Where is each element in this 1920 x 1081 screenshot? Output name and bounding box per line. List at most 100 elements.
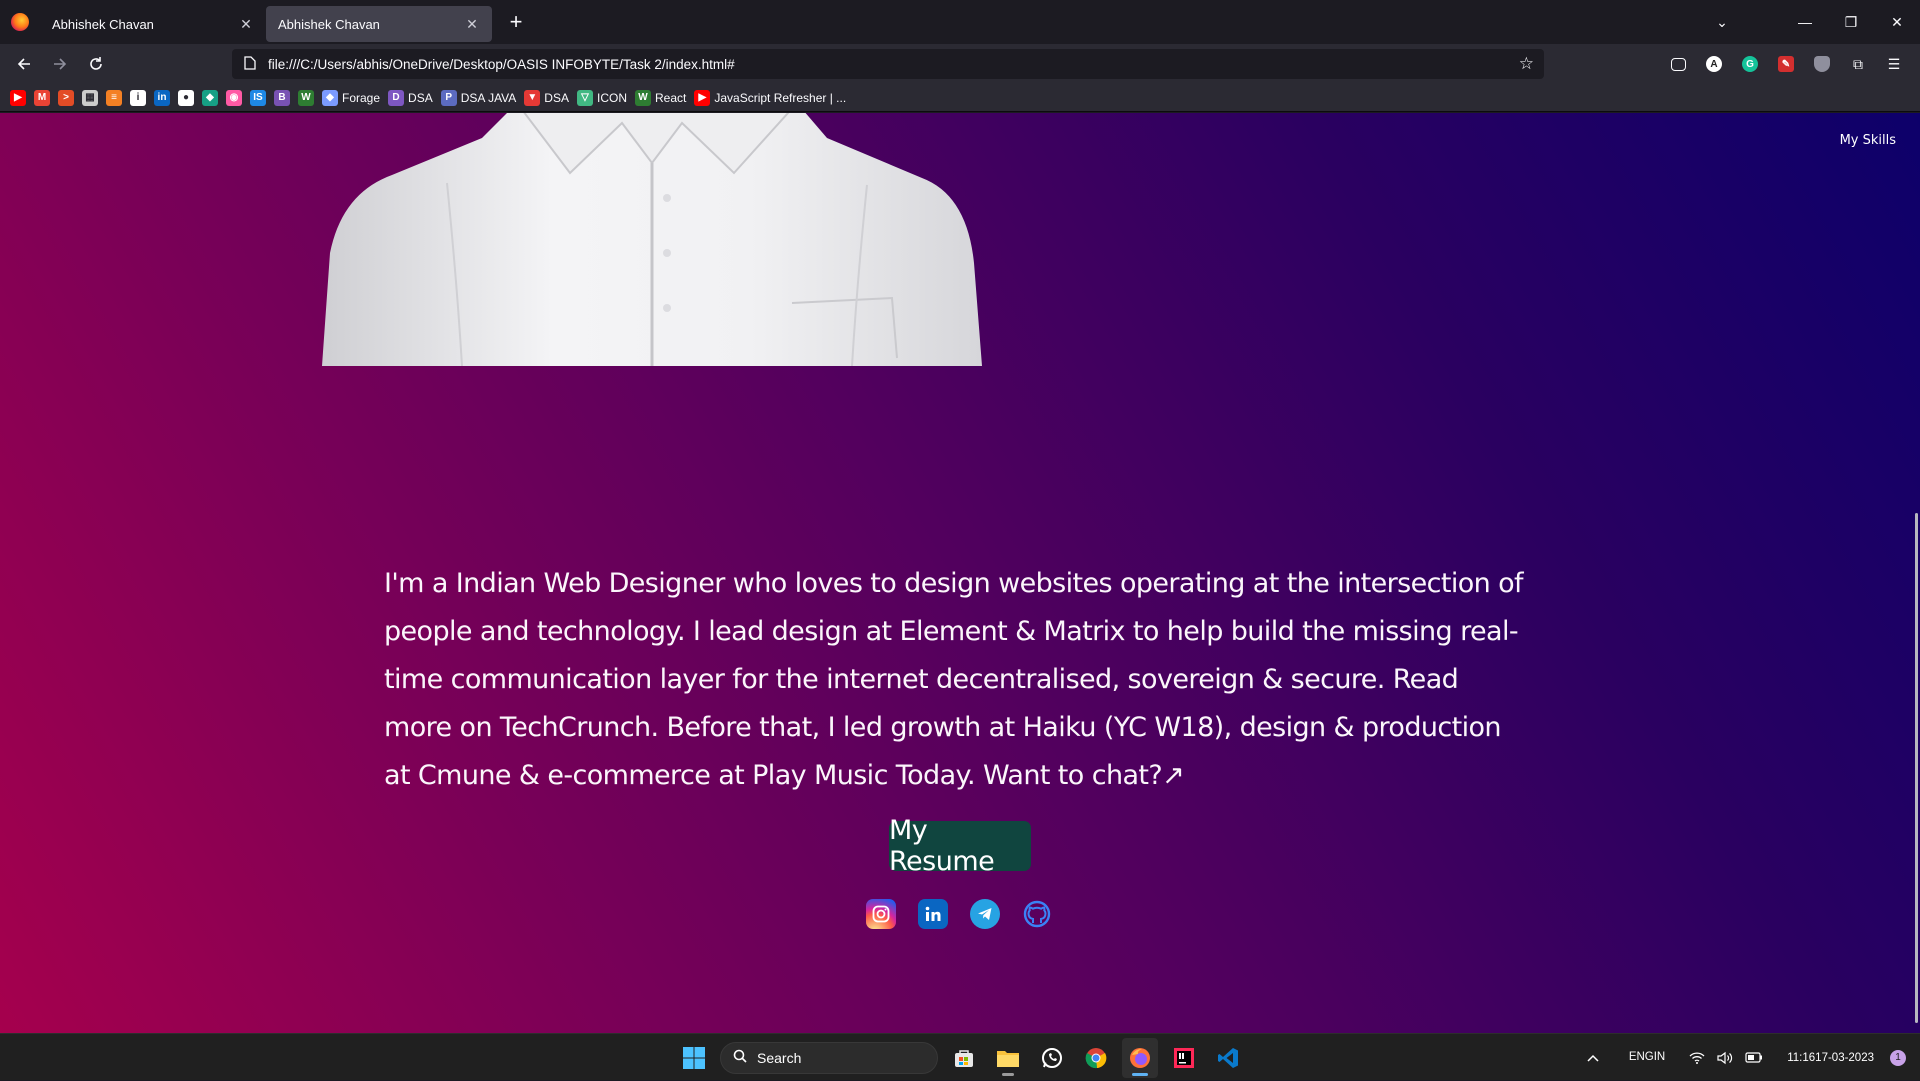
- bookmark-item[interactable]: IS: [250, 86, 266, 110]
- list-all-tabs-icon[interactable]: ⌄: [1702, 0, 1742, 44]
- diamond-icon: ◆: [202, 89, 218, 106]
- linkedin-icon: in: [154, 89, 170, 106]
- pdf-extension-icon[interactable]: ✎: [1768, 48, 1804, 80]
- close-tab-icon[interactable]: ✕: [238, 16, 254, 32]
- intellij-app[interactable]: [1166, 1038, 1202, 1078]
- youtube-icon: ▶: [694, 89, 711, 106]
- bookmark-item[interactable]: B: [274, 86, 290, 110]
- chrome-icon: [1085, 1047, 1107, 1068]
- bookmark-label: Forage: [342, 90, 381, 105]
- new-tab-button[interactable]: +: [498, 4, 534, 40]
- whatsapp-icon: [1042, 1047, 1062, 1068]
- wifi-icon[interactable]: [1689, 1051, 1705, 1064]
- bookmark-item[interactable]: ◉: [226, 86, 242, 110]
- bookmark-item[interactable]: D DSA: [388, 86, 433, 110]
- bookmark-item[interactable]: in: [154, 86, 170, 110]
- dsa-java-icon: P: [440, 89, 457, 106]
- tab-title: Abhishek Chavan: [52, 16, 154, 32]
- navigation-bar: file:///C:/Users/abhis/OneDrive/Desktop/…: [0, 44, 1920, 84]
- bookmark-item[interactable]: ◆: [202, 86, 218, 110]
- system-tray: ENG IN 11:16 17-03-2023 1: [1581, 1034, 1920, 1081]
- microsoft-store-app[interactable]: [946, 1038, 982, 1078]
- bookmark-star-icon[interactable]: ☆: [1519, 54, 1534, 74]
- reload-button[interactable]: [78, 48, 114, 80]
- instagram-icon[interactable]: [866, 899, 896, 929]
- my-resume-button[interactable]: My Resume: [889, 815, 1031, 877]
- windows-taskbar: Search ENG IN 11:16 17-03-2023 1: [0, 1033, 1920, 1080]
- dsa-icon: D: [388, 89, 405, 106]
- language-indicator[interactable]: ENG IN: [1629, 1050, 1665, 1065]
- volume-icon[interactable]: [1717, 1051, 1733, 1065]
- tab-strip: Abhishek Chavan ✕ Abhishek Chavan ✕ + ⌄ …: [0, 0, 1920, 44]
- back-button[interactable]: [6, 48, 42, 80]
- bookmarks-toolbar: ▶ M > ▦ ≡ i in ● ◆ ◉ IS B W ◆ Forage D DSA P DSA JAVA ▼ DSA ▽…: [0, 84, 1920, 112]
- windows-logo-icon: [683, 1046, 705, 1069]
- stack-icon: ≡: [106, 89, 122, 106]
- bookmark-item[interactable]: >: [58, 86, 74, 110]
- clock[interactable]: 11:16 17-03-2023: [1787, 1050, 1874, 1066]
- search-label: Search: [757, 1049, 802, 1066]
- bookmark-item[interactable]: ≡: [106, 86, 122, 110]
- bookmark-item[interactable]: ▼ DSA: [524, 86, 569, 110]
- bookmark-label: ICON: [596, 90, 627, 105]
- forward-button[interactable]: [42, 48, 78, 80]
- firefox-view-icon[interactable]: [0, 0, 40, 44]
- bio-paragraph: I'm a Indian Web Designer who loves to d…: [384, 568, 1524, 791]
- battery-icon[interactable]: [1745, 1052, 1763, 1063]
- bookmark-item[interactable]: ●: [178, 86, 194, 110]
- firefox-icon: [1130, 1047, 1150, 1068]
- info-icon: i: [130, 89, 146, 106]
- minimize-button[interactable]: —: [1782, 0, 1828, 44]
- social-links: [866, 899, 1052, 929]
- bookmark-label: DSA JAVA: [460, 90, 517, 105]
- telegram-icon[interactable]: [970, 899, 1000, 929]
- extensions-puzzle-icon[interactable]: ⧉: [1840, 48, 1876, 80]
- whatsapp-app[interactable]: [1034, 1038, 1070, 1078]
- vscode-app[interactable]: [1210, 1038, 1246, 1078]
- github-icon[interactable]: [1022, 899, 1052, 929]
- browser-window: Abhishek Chavan ✕ Abhishek Chavan ✕ + ⌄ …: [0, 0, 1920, 1080]
- nav-link-my-skills[interactable]: My Skills: [1840, 133, 1896, 148]
- eye-icon: ◉: [226, 89, 242, 106]
- chrome-app[interactable]: [1078, 1038, 1114, 1078]
- page-scrollbar[interactable]: [1915, 513, 1918, 1023]
- tab-1[interactable]: Abhishek Chavan ✕: [40, 6, 266, 42]
- firefox-app[interactable]: [1122, 1037, 1158, 1078]
- bookmark-item[interactable]: ▦: [82, 86, 98, 110]
- tab-2-active[interactable]: Abhishek Chavan ✕: [266, 6, 492, 42]
- address-bar[interactable]: file:///C:/Users/abhis/OneDrive/Desktop/…: [232, 49, 1544, 79]
- start-button[interactable]: [676, 1038, 712, 1078]
- file-explorer-app[interactable]: [990, 1038, 1026, 1078]
- bookmark-label: React: [654, 90, 687, 105]
- linkedin-icon[interactable]: [918, 899, 948, 929]
- bookmark-item[interactable]: W React: [634, 86, 687, 110]
- grammarly-icon[interactable]: G: [1732, 48, 1768, 80]
- bookmark-item[interactable]: P DSA JAVA: [440, 86, 517, 110]
- taskbar-search[interactable]: Search: [720, 1041, 938, 1074]
- url-text[interactable]: file:///C:/Users/abhis/OneDrive/Desktop/…: [268, 57, 1519, 72]
- bookmark-item[interactable]: ▶: [10, 86, 26, 110]
- bookmark-item[interactable]: W: [298, 86, 314, 110]
- bookmark-label: DSA: [408, 90, 433, 105]
- bookmark-item[interactable]: i: [130, 86, 146, 110]
- account-extension-icon[interactable]: A: [1696, 48, 1732, 80]
- vscode-icon: [1218, 1047, 1238, 1068]
- bookmark-label: JavaScript Refresher | ...: [714, 90, 847, 105]
- bookmark-item[interactable]: M: [34, 86, 50, 110]
- show-hidden-icons-chevron-icon[interactable]: [1587, 1054, 1599, 1062]
- notification-badge[interactable]: 1: [1890, 1049, 1906, 1066]
- bookmark-item[interactable]: ▶ JavaScript Refresher | ...: [694, 86, 846, 110]
- shield-extension-icon[interactable]: [1804, 48, 1840, 80]
- clock-time: 11:16: [1787, 1051, 1816, 1064]
- menu-hamburger-icon[interactable]: ☰: [1876, 48, 1912, 80]
- close-tab-icon[interactable]: ✕: [464, 16, 480, 32]
- restore-button[interactable]: ❐: [1828, 0, 1874, 44]
- close-window-button[interactable]: ✕: [1874, 0, 1920, 44]
- bookmark-item[interactable]: ◆ Forage: [322, 86, 380, 110]
- gmail-icon: M: [34, 89, 50, 106]
- w-react-icon: W: [634, 89, 651, 106]
- language-code: ENG: [1628, 1051, 1654, 1063]
- pocket-icon[interactable]: [1660, 48, 1696, 80]
- bookmark-item[interactable]: ▽ ICON: [576, 86, 627, 110]
- forward-arrow-icon: [54, 58, 67, 70]
